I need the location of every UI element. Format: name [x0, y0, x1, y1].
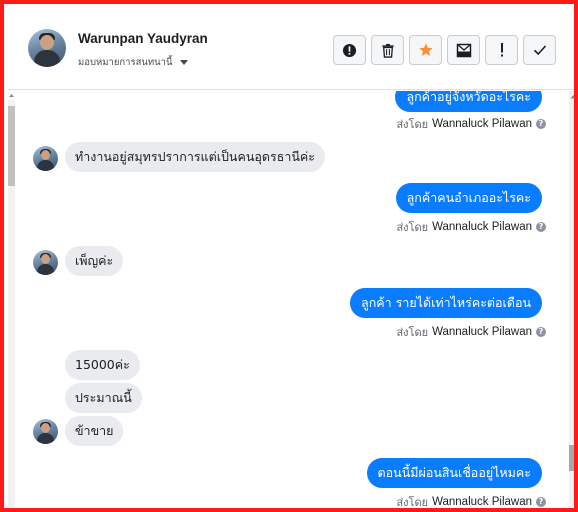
help-icon[interactable]: ? — [536, 119, 546, 129]
mark-done-button[interactable] — [523, 35, 556, 65]
scroll-up-arrow-icon[interactable] — [569, 92, 578, 101]
sent-by-prefix: ส่งโดย — [396, 221, 429, 234]
help-icon[interactable]: ? — [536, 497, 546, 507]
agent-name: Wannaluck Pilawan — [432, 118, 532, 130]
move-to-done-button[interactable] — [447, 35, 480, 65]
star-button[interactable] — [409, 35, 442, 65]
star-icon — [418, 43, 433, 56]
outgoing-message[interactable]: ลูกค้า รายได้เท่าไหร่คะต่อเดือน — [350, 288, 542, 318]
incoming-message[interactable]: ประมาณนี้ — [65, 383, 142, 413]
incoming-message[interactable]: เพ็ญค่ะ — [65, 246, 124, 276]
sent-by-info: ส่งโดย Wannaluck Pilawan ? — [396, 323, 546, 341]
trash-icon — [381, 43, 394, 58]
agent-name: Wannaluck Pilawan — [432, 496, 532, 508]
chat-window: Warunpan Yaudyran มอบหมายการสนทนานี้ ลูก… — [0, 0, 578, 512]
outgoing-message[interactable]: ลูกค้าคนอำเภออะไรคะ — [395, 183, 542, 213]
incoming-message[interactable]: ข้าขาย — [65, 416, 124, 446]
outgoing-message[interactable]: ตอนนี้มีผ่อนสินเชื่ออยู่ไหมคะ — [366, 458, 542, 488]
sent-by-prefix: ส่งโดย — [396, 326, 429, 339]
incoming-message[interactable]: 15000ค่ะ — [65, 350, 140, 380]
message-thread: ลูกค้าอยู่จังหวัดอะไรคะ ส่งโดย Wannaluck… — [8, 91, 574, 509]
sent-by-info: ส่งโดย Wannaluck Pilawan ? — [396, 218, 546, 236]
sent-by-info: ส่งโดย Wannaluck Pilawan ? — [396, 115, 546, 133]
sent-by-prefix: ส่งโดย — [396, 496, 429, 509]
caret-down-icon — [179, 60, 188, 65]
help-icon[interactable]: ? — [536, 222, 546, 232]
assign-conversation-label: มอบหมายการสนทนานี้ — [78, 57, 173, 68]
help-icon[interactable]: ? — [536, 327, 546, 337]
conversation-header: Warunpan Yaudyran มอบหมายการสนทนานี้ — [8, 8, 574, 90]
agent-name: Wannaluck Pilawan — [432, 221, 532, 233]
exclamation-icon — [500, 43, 503, 57]
checkmark-icon — [533, 45, 546, 56]
header-actions — [333, 35, 556, 65]
contact-name[interactable]: Warunpan Yaudyran — [78, 31, 208, 46]
sent-by-prefix: ส่งโดย — [396, 118, 429, 131]
scroll-up-arrow-icon[interactable] — [8, 92, 15, 99]
assign-conversation-dropdown[interactable]: มอบหมายการสนทนานี้ — [78, 55, 188, 70]
agent-name: Wannaluck Pilawan — [432, 326, 532, 338]
left-scrollbar-thumb[interactable] — [8, 106, 15, 186]
incoming-message[interactable]: ทำงานอยู่สมุทรปราการแต่เป็นคนอุดรธานีค่ะ — [65, 142, 325, 172]
alert-circle-icon — [342, 43, 357, 57]
delete-button[interactable] — [371, 35, 404, 65]
alert-button[interactable] — [333, 35, 366, 65]
mark-spam-button[interactable] — [485, 35, 518, 65]
contact-avatar[interactable] — [28, 29, 66, 67]
outgoing-message[interactable]: ลูกค้าอยู่จังหวัดอะไรคะ — [395, 91, 542, 112]
contact-mini-avatar — [33, 146, 58, 171]
contact-mini-avatar — [33, 250, 58, 275]
right-scrollbar-thumb[interactable] — [569, 445, 574, 471]
sent-by-info: ส่งโดย Wannaluck Pilawan ? — [396, 493, 546, 509]
contact-mini-avatar — [33, 419, 58, 444]
mail-archive-icon — [456, 43, 471, 57]
